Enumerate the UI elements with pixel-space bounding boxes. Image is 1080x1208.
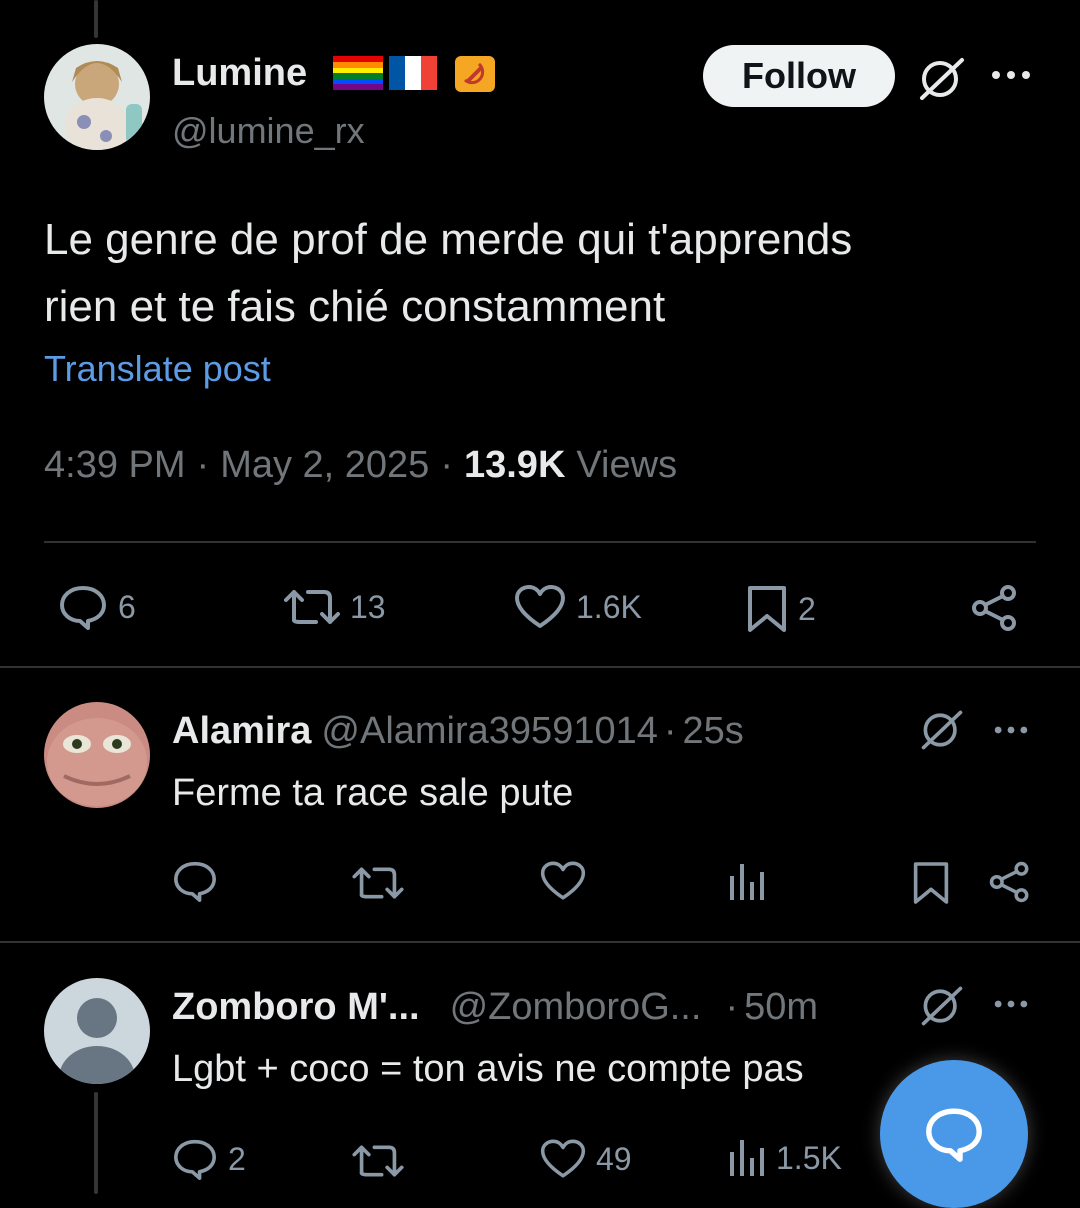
reply-count: 2 — [228, 1140, 246, 1177]
author-avatar[interactable] — [44, 44, 150, 150]
divider — [0, 941, 1080, 943]
separator: · — [663, 710, 677, 752]
divider — [44, 541, 1036, 543]
reply-icon — [58, 584, 108, 630]
reply-header: Alamira @Alamira39591014 · 25s — [172, 710, 744, 753]
share-icon[interactable] — [970, 584, 1020, 632]
reply-avatar[interactable] — [44, 702, 150, 808]
thread-line-bottom — [94, 1092, 98, 1194]
post-date: May 2, 2025 — [220, 444, 430, 486]
reply-author-handle[interactable]: @ZomboroG... — [450, 986, 702, 1029]
repost-icon[interactable] — [352, 862, 404, 904]
reply-text: Ferme ta race sale pute — [172, 772, 574, 814]
like-count: 49 — [596, 1140, 632, 1177]
reply-author-handle[interactable]: @Alamira39591014 — [321, 710, 657, 753]
like-button[interactable]: 49 — [540, 1138, 632, 1180]
reply-count: 6 — [118, 588, 136, 625]
grok-icon[interactable] — [918, 984, 966, 1028]
reply-button[interactable]: 2 — [172, 1138, 246, 1180]
reply-icon — [172, 1138, 218, 1180]
reply-author-name[interactable]: Alamira — [172, 710, 311, 753]
bookmark-icon[interactable] — [912, 860, 950, 906]
reply-icon[interactable] — [172, 860, 218, 902]
rainbow-flag-icon — [333, 56, 383, 97]
author-flags — [333, 56, 495, 97]
hammer-sickle-icon — [455, 56, 495, 97]
repost-count: 13 — [350, 588, 386, 625]
share-icon[interactable] — [988, 860, 1032, 904]
post-text: Le genre de prof de merde qui t'apprends… — [44, 206, 852, 340]
follow-button[interactable]: Follow — [703, 45, 895, 107]
france-flag-icon — [389, 56, 437, 97]
views-icon — [728, 1138, 766, 1178]
more-options-icon[interactable] — [992, 724, 1030, 736]
reply-author-name[interactable]: Zomboro M'... — [172, 986, 420, 1029]
views-count: 1.5K — [776, 1139, 842, 1176]
reply-bubble-icon — [924, 1106, 984, 1162]
heart-icon — [514, 584, 566, 630]
bookmark-button[interactable]: 2 — [746, 584, 816, 634]
repost-button[interactable]: 13 — [284, 584, 386, 630]
reply-avatar[interactable] — [44, 978, 150, 1084]
translate-post-link[interactable]: Translate post — [44, 348, 271, 390]
grok-icon[interactable] — [918, 708, 966, 752]
bookmark-count: 2 — [798, 590, 816, 627]
grok-icon[interactable] — [916, 56, 968, 102]
thread-line-top — [94, 0, 98, 38]
reply-time[interactable]: 25s — [683, 710, 744, 753]
repost-icon — [284, 584, 340, 630]
author-name[interactable]: Lumine — [172, 52, 307, 95]
views-button[interactable]: 1.5K — [728, 1138, 842, 1178]
separator: · — [440, 444, 453, 486]
post-time: 4:39 PM — [44, 444, 186, 486]
bookmark-icon — [746, 584, 788, 634]
more-options-icon[interactable] — [990, 68, 1032, 82]
post-text-line-1: Le genre de prof de merde qui t'apprends — [44, 215, 853, 264]
reply-time[interactable]: 50m — [744, 986, 818, 1029]
heart-icon[interactable] — [540, 860, 586, 902]
post-timestamp: 4:39 PM · May 2, 2025 · 13.9K Views — [44, 444, 677, 487]
post-text-line-2: rien et te fais chié constamment — [44, 282, 666, 331]
more-options-icon[interactable] — [992, 998, 1030, 1010]
reply-button[interactable]: 6 — [58, 584, 136, 630]
like-button[interactable]: 1.6K — [514, 584, 642, 630]
repost-icon[interactable] — [352, 1140, 404, 1182]
compose-reply-button[interactable] — [880, 1060, 1028, 1208]
views-count[interactable]: 13.9K — [464, 444, 565, 487]
views-label: Views — [576, 444, 678, 486]
like-count: 1.6K — [576, 588, 642, 625]
views-icon[interactable] — [728, 862, 766, 902]
separator: · — [196, 444, 210, 486]
reply-header: Zomboro M'... @ZomboroG... · 50m — [172, 986, 818, 1029]
heart-icon — [540, 1138, 586, 1180]
author-handle[interactable]: @lumine_rx — [172, 110, 365, 152]
divider — [0, 666, 1080, 668]
separator: · — [725, 986, 739, 1028]
reply-text: Lgbt + coco = ton avis ne compte pas — [172, 1048, 804, 1090]
